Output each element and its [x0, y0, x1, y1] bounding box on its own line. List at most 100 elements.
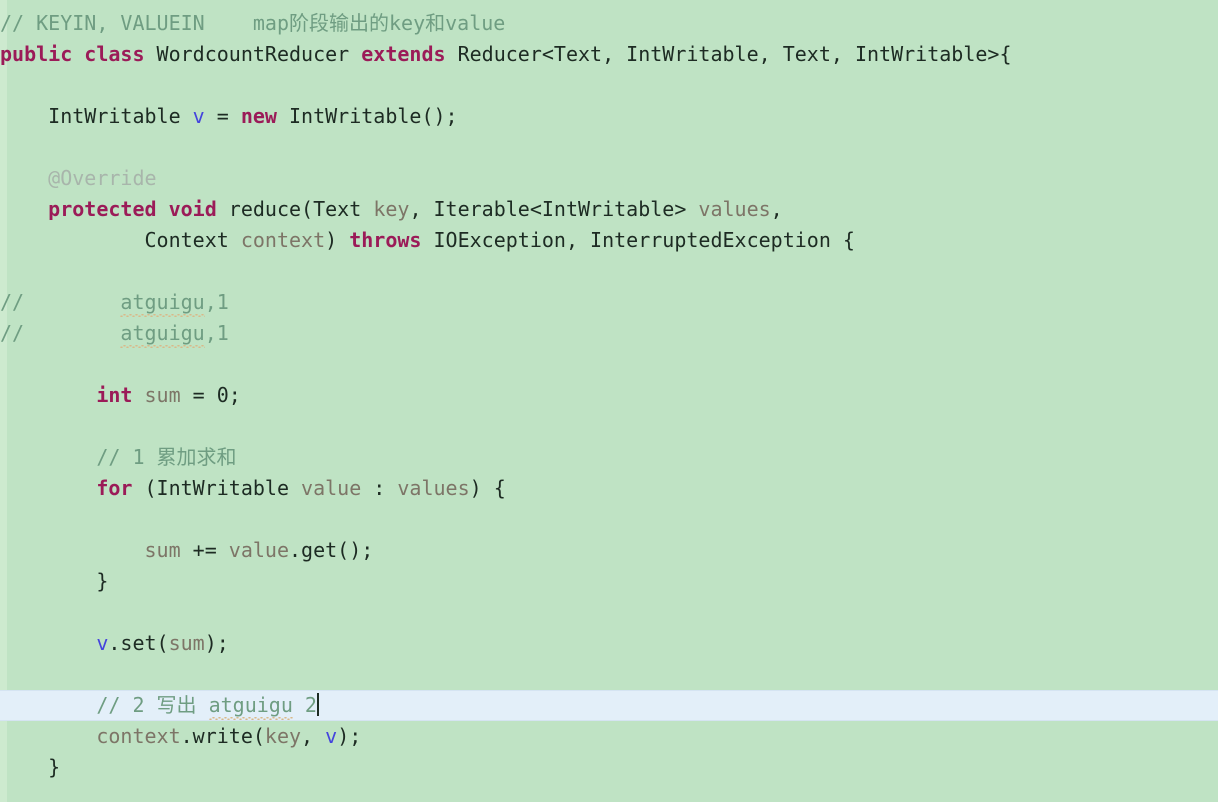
code-token-ident: IntWritable: [48, 104, 193, 128]
code-token-cmt: [24, 321, 120, 345]
code-token-local: context: [240, 228, 326, 252]
code-line[interactable]: [0, 411, 1218, 442]
code-line[interactable]: for (IntWritable value : values) {: [0, 473, 1218, 504]
spellcheck-token: atguigu: [120, 290, 205, 317]
code-line[interactable]: // atguigu,1: [0, 318, 1218, 349]
code-line[interactable]: context.write(key, v);: [0, 721, 1218, 752]
code-line[interactable]: [0, 70, 1218, 101]
code-line[interactable]: // 1 累加求和: [0, 442, 1218, 473]
code-line[interactable]: }: [0, 752, 1218, 783]
code-token-num: 0: [216, 383, 229, 407]
code-token-local: key: [264, 724, 302, 748]
code-token-punct: +=: [180, 538, 229, 562]
code-token-local: sum: [144, 383, 181, 407]
code-token-punct: ,: [770, 197, 783, 221]
code-token-field: v: [325, 724, 338, 748]
code-line[interactable]: v.set(sum);: [0, 628, 1218, 659]
code-token-cmt: //: [0, 290, 25, 314]
code-line[interactable]: // atguigu,1: [0, 287, 1218, 318]
code-token-cmt: // KEYIN, VALUEIN map阶段输出的key和value: [0, 11, 506, 35]
code-token-ident: .set(: [108, 631, 169, 655]
code-token-kw: for: [96, 476, 133, 500]
code-token-kw: new: [240, 104, 277, 128]
code-token-ident: Reducer<Text, IntWritable, Text, IntWrit…: [445, 42, 1012, 66]
code-token-kw: int: [96, 383, 133, 407]
code-token-local: sum: [144, 538, 181, 562]
code-token-local: value: [228, 538, 290, 562]
code-token-cmt: [24, 290, 120, 314]
code-line[interactable]: }: [0, 566, 1218, 597]
code-token-kw: public: [0, 42, 73, 66]
code-token-punct: :: [361, 476, 398, 500]
code-token-punct: [157, 197, 169, 221]
code-token-local: values: [397, 476, 470, 500]
code-line[interactable]: [0, 256, 1218, 287]
code-line[interactable]: protected void reduce(Text key, Iterable…: [0, 194, 1218, 225]
code-token-punct: ;: [228, 383, 241, 407]
code-content[interactable]: // KEYIN, VALUEIN map阶段输出的key和value publi…: [0, 0, 1218, 783]
code-token-anno: @Override: [48, 166, 157, 190]
code-token-kw: class: [84, 42, 145, 66]
code-token-punct: [72, 42, 84, 66]
code-token-ident: .get();: [289, 538, 374, 562]
code-token-ident: (IntWritable: [132, 476, 302, 500]
code-token-kw: protected: [48, 197, 157, 221]
code-token-ident: );: [204, 631, 229, 655]
code-token-local: values: [698, 197, 771, 221]
text-caret: [316, 693, 319, 716]
code-token-kw: void: [168, 197, 217, 221]
code-line[interactable]: public class WordcountReducer extends Re…: [0, 39, 1218, 70]
code-token-ident: IntWritable();: [276, 104, 458, 128]
code-token-local: key: [373, 197, 410, 221]
code-token-ident: .write(: [180, 724, 265, 748]
code-token-ident: Context: [144, 228, 241, 252]
code-token-punct: ,: [301, 724, 326, 748]
code-token-punct: }: [96, 569, 109, 593]
spellcheck-token: atguigu: [120, 321, 205, 348]
code-line[interactable]: Context context) throws IOException, Int…: [0, 225, 1218, 256]
code-token-local: value: [301, 476, 362, 500]
code-token-kw: throws: [349, 228, 422, 252]
code-line[interactable]: [0, 659, 1218, 690]
code-line[interactable]: @Override: [0, 163, 1218, 194]
code-token-punct: ): [325, 228, 350, 252]
code-token-cmt: ,1: [204, 290, 229, 314]
code-line[interactable]: IntWritable v = new IntWritable();: [0, 101, 1218, 132]
code-line[interactable]: [0, 597, 1218, 628]
code-editor[interactable]: // KEYIN, VALUEIN map阶段输出的key和value publi…: [0, 0, 1218, 802]
spellcheck-token: atguigu: [208, 693, 293, 720]
code-line[interactable]: // 2 写出 atguigu 2: [0, 690, 1218, 721]
code-token-ident: reduce(Text: [216, 197, 374, 221]
code-token-ident: IOException, InterruptedException {: [421, 228, 855, 252]
code-token-field: v: [96, 631, 109, 655]
code-token-ident: , Iterable<IntWritable>: [409, 197, 699, 221]
code-line[interactable]: [0, 132, 1218, 163]
code-token-cmt: ,1: [204, 321, 229, 345]
code-line[interactable]: [0, 504, 1218, 535]
code-line[interactable]: // KEYIN, VALUEIN map阶段输出的key和value: [0, 8, 1218, 39]
code-token-kw: extends: [361, 42, 446, 66]
code-line[interactable]: int sum = 0;: [0, 380, 1218, 411]
code-token-cmt: 2: [292, 693, 317, 717]
code-token-punct: =: [204, 104, 241, 128]
code-line[interactable]: sum += value.get();: [0, 535, 1218, 566]
code-token-local: sum: [168, 631, 205, 655]
code-token-cmt: //: [0, 321, 25, 345]
code-token-punct: [132, 383, 144, 407]
code-token-cmt: // 2 写出: [96, 693, 209, 717]
code-token-ident: );: [337, 724, 362, 748]
code-token-punct: }: [48, 755, 61, 779]
code-line[interactable]: [0, 349, 1218, 380]
code-token-local: context: [96, 724, 181, 748]
